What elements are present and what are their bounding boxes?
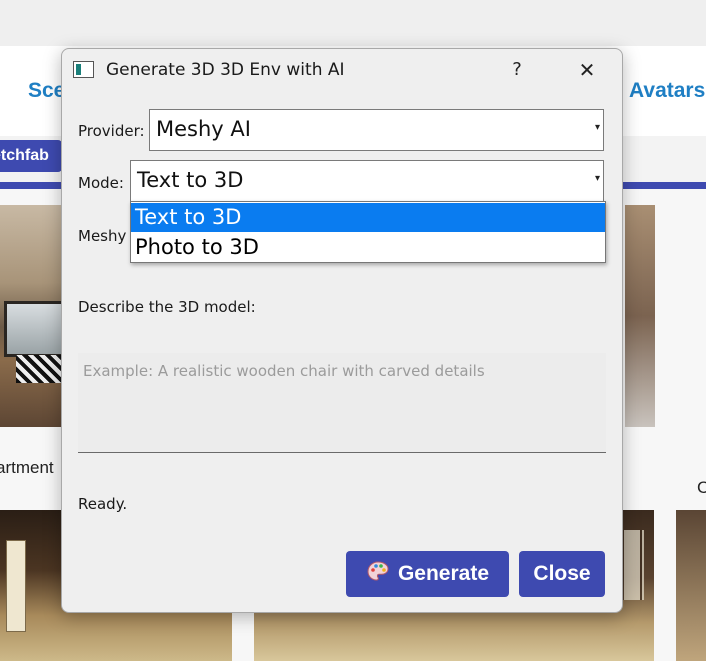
mode-option-text-to-3d[interactable]: Text to 3D	[131, 203, 605, 232]
provider-value: Meshy AI	[156, 117, 251, 141]
status-text: Ready.	[78, 495, 128, 513]
meshy-info-text: Meshy	[78, 227, 127, 245]
generate-dialog: Generate 3D 3D Env with AI ? ✕ Provider:…	[61, 48, 623, 613]
apartment-thumbnail[interactable]	[0, 205, 66, 427]
mode-option-photo-to-3d[interactable]: Photo to 3D	[131, 233, 605, 262]
mode-value: Text to 3D	[137, 168, 244, 192]
close-button[interactable]: Close	[519, 551, 605, 597]
describe-label: Describe the 3D model:	[78, 298, 256, 316]
tab-avatars[interactable]: Avatars	[629, 79, 705, 103]
mode-label: Mode:	[78, 174, 124, 192]
app-topbar	[0, 0, 706, 47]
dialog-titlebar[interactable]: Generate 3D 3D Env with AI ? ✕	[62, 49, 622, 92]
tab-scenes[interactable]: Sce	[28, 79, 65, 103]
mode-select[interactable]: Text to 3D ▾	[130, 160, 604, 202]
apartment-label: artment	[0, 458, 54, 477]
scene-label-right: C	[697, 478, 706, 497]
dropdown-arrow-icon: ▾	[594, 173, 600, 184]
provider-select[interactable]: Meshy AI ▾	[149, 109, 604, 151]
description-placeholder: Example: A realistic wooden chair with c…	[83, 362, 485, 380]
rug-detail	[16, 355, 62, 383]
sketchfab-button[interactable]: etchfab	[0, 140, 62, 172]
app-window-icon	[73, 61, 94, 78]
generate-label: Generate	[397, 562, 490, 585]
help-button[interactable]: ?	[503, 57, 531, 83]
description-input[interactable]: Example: A realistic wooden chair with c…	[78, 353, 606, 453]
generate-button[interactable]: Generate	[346, 551, 509, 597]
dropdown-arrow-icon: ▾	[594, 122, 600, 133]
provider-label: Provider:	[78, 122, 145, 140]
scroll-detail	[6, 540, 26, 632]
palette-icon	[367, 561, 389, 581]
dialog-title: Generate 3D 3D Env with AI	[106, 60, 345, 80]
scene-thumbnail-right-bottom[interactable]	[676, 510, 706, 661]
close-icon[interactable]: ✕	[571, 57, 603, 83]
scene-thumbnail-right[interactable]	[625, 205, 655, 427]
window-detail	[4, 301, 66, 357]
mode-dropdown-list: Text to 3D Photo to 3D	[130, 201, 606, 263]
